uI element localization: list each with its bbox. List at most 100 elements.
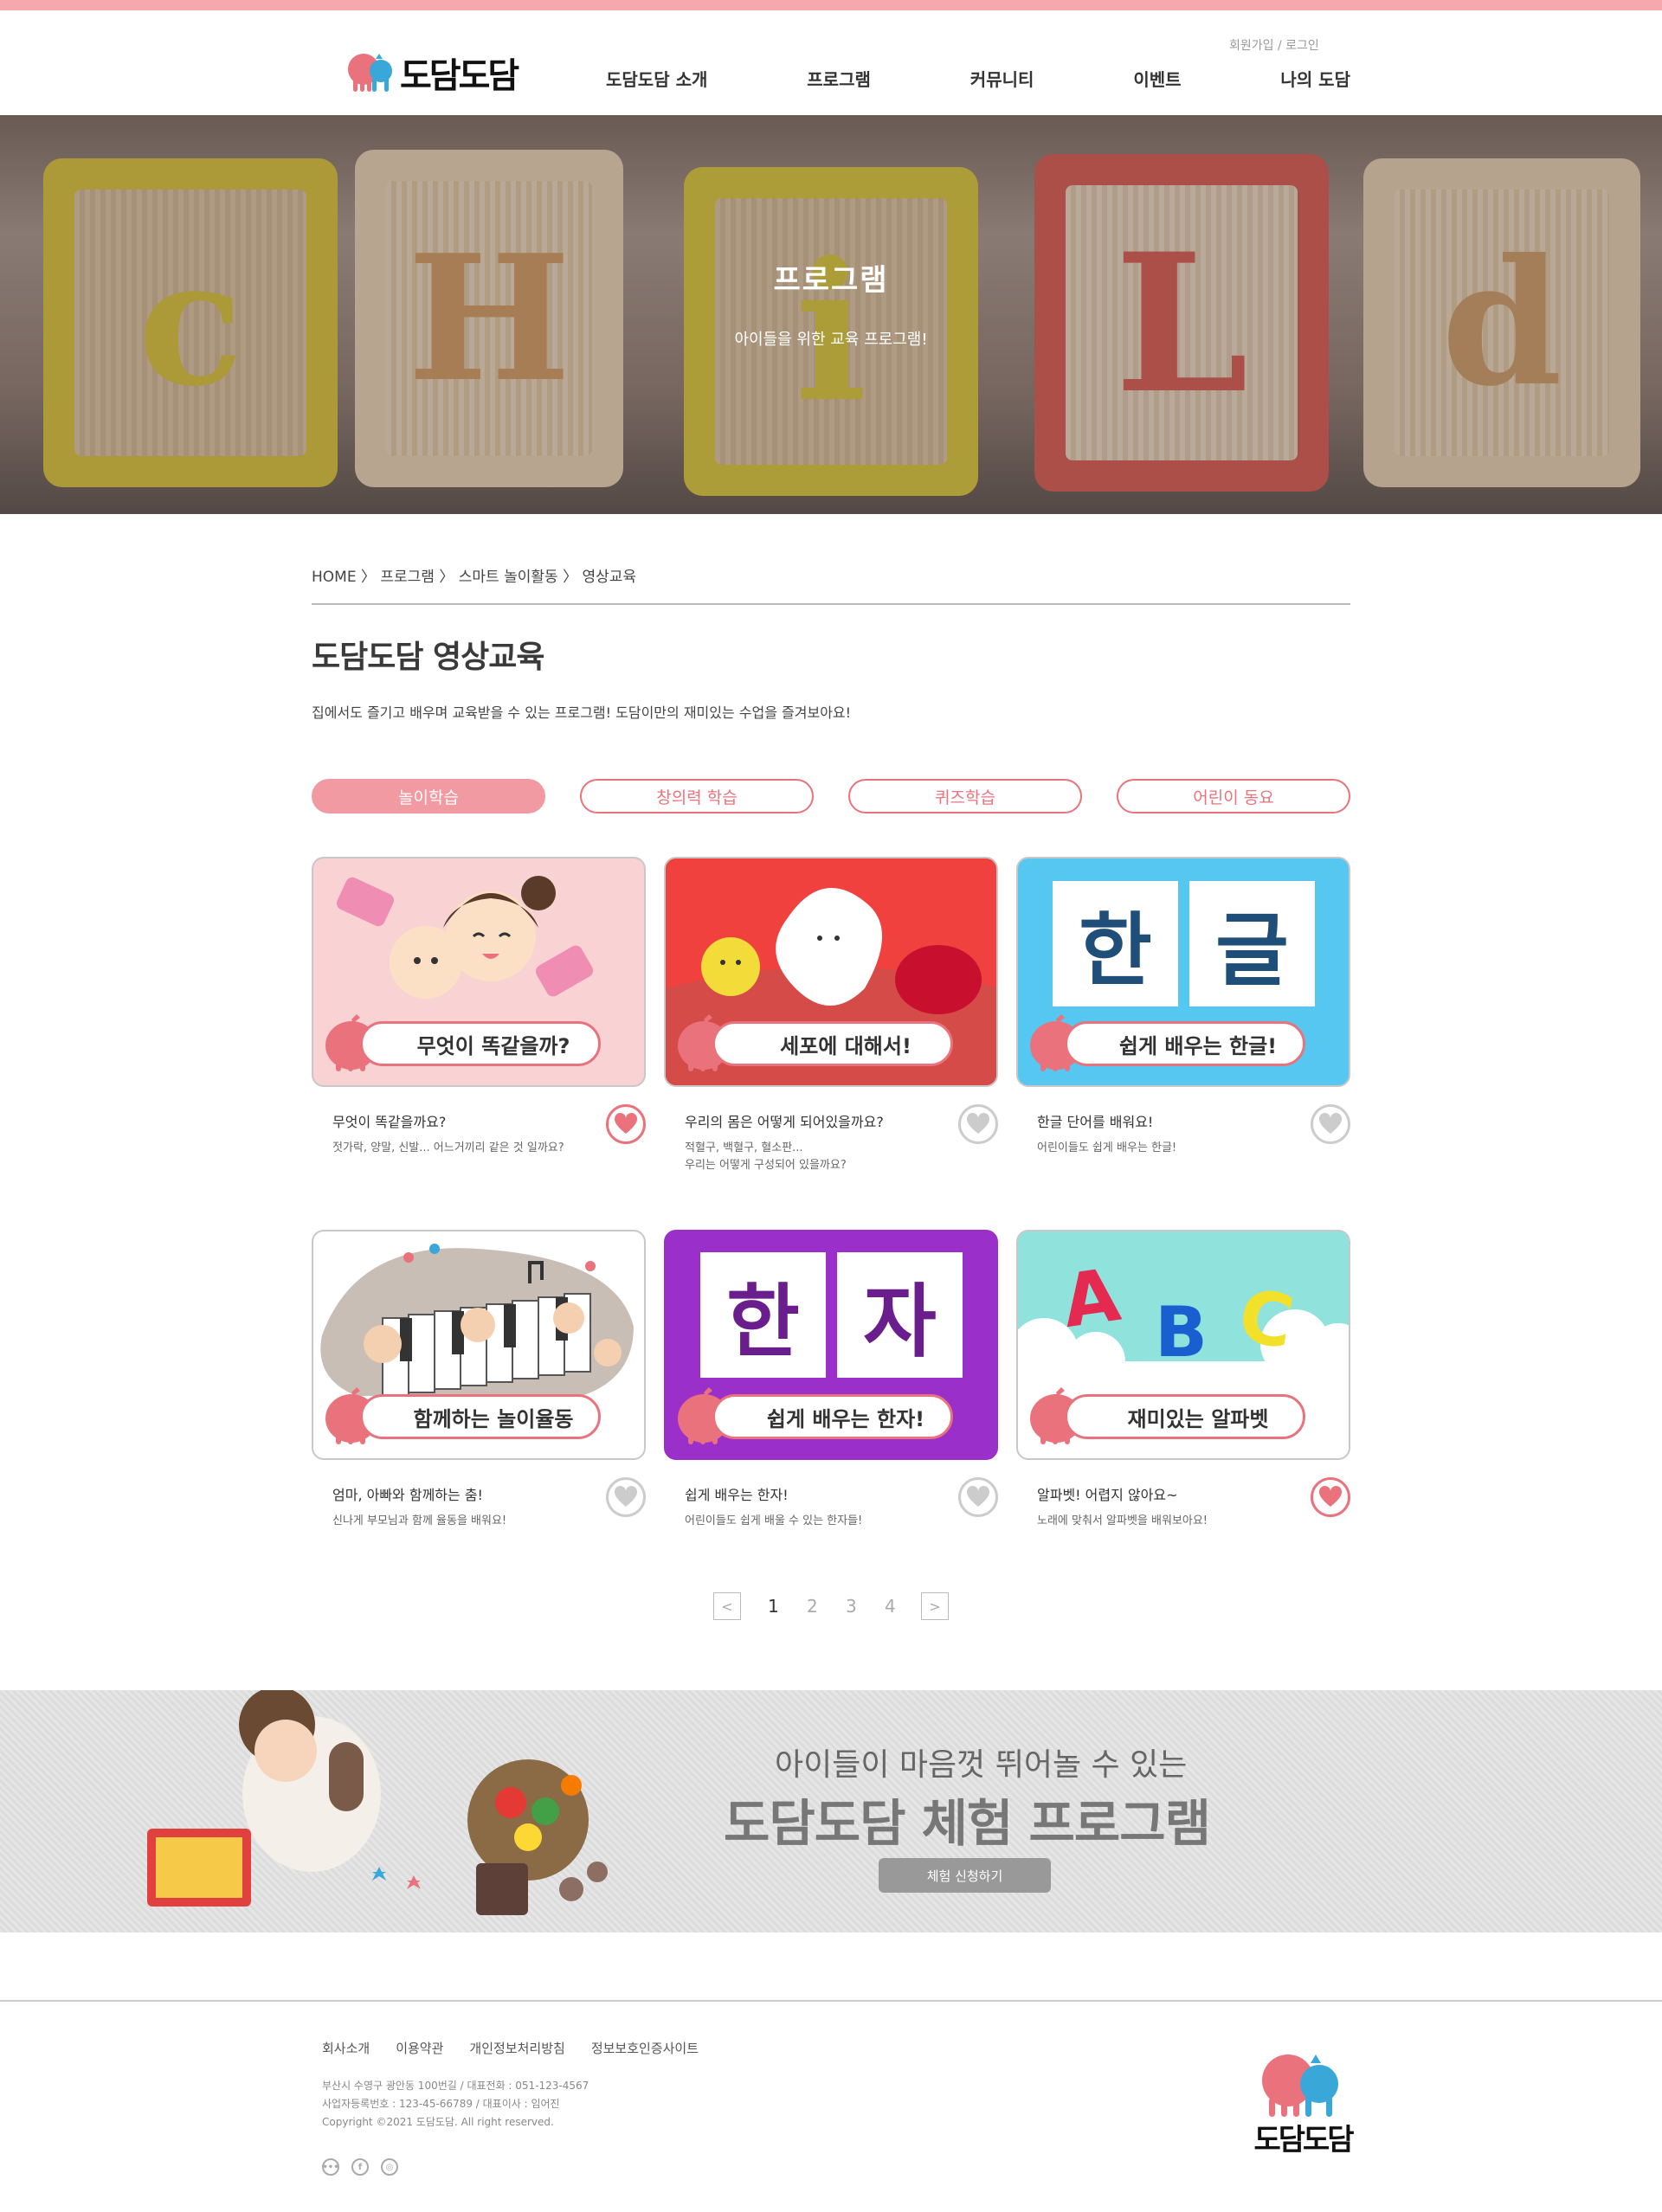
page-number[interactable]: 1 <box>768 1592 779 1620</box>
breadcrumb-separator: 〉 <box>563 569 578 586</box>
breadcrumb: HOME 〉 프로그램 〉 스마트 놀이활동 〉 영상교육 <box>312 564 636 586</box>
alphabet-letter: A <box>1057 1251 1125 1345</box>
nav-item-about[interactable]: 도담도담 소개 <box>606 66 707 91</box>
tab-creativity-learning[interactable]: 창의력 학습 <box>580 779 814 813</box>
banner-title: 도담도담 체험 프로그램 <box>724 1794 1211 1853</box>
program-card[interactable]: 한 글 쉽게 배우는 한글! 한글 단어를 배워요! 어린이들도 쉽게 배우는 … <box>1016 857 1350 1154</box>
card-text: 노래에 맞춰서 알파벳을 배워보아요! <box>1037 1514 1208 1527</box>
like-button[interactable] <box>958 1477 998 1517</box>
card-badge: 재미있는 알파벳 <box>1065 1394 1305 1439</box>
program-card[interactable]: 세포에 대해서! 우리의 몸은 어떻게 되어있을까요? 적혈구, 백혈구, 혈소… <box>664 857 998 1172</box>
footer-business: 사업자등록번호 : 123-45-66789 / 대표이사 : 임어진 <box>322 2098 560 2110</box>
breadcrumb-item-program[interactable]: 프로그램 <box>380 569 435 586</box>
card-thumbnail[interactable]: 함께하는 놀이율동 <box>312 1230 646 1460</box>
like-button[interactable] <box>958 1104 998 1144</box>
hero-overlay <box>0 115 1662 514</box>
top-accent-bar <box>0 0 1662 10</box>
program-card[interactable]: 함께하는 놀이율동 엄마, 아빠와 함께하는 춤! 신나게 부모님과 함께 율동… <box>312 1230 646 1527</box>
card-title[interactable]: 우리의 몸은 어떻게 되어있을까요? <box>685 1110 884 1131</box>
breadcrumb-separator: 〉 <box>439 569 454 586</box>
card-thumbnail[interactable]: 세포에 대해서! <box>664 857 998 1087</box>
card-title[interactable]: 무엇이 똑같을까요? <box>332 1110 446 1131</box>
site-header: 도담도담 회원가입 / 로그인 도담도담 소개 프로그램 커뮤니티 이벤트 나의… <box>0 10 1662 115</box>
card-badge: 쉽게 배우는 한자! <box>712 1394 953 1439</box>
like-button[interactable] <box>1311 1104 1350 1144</box>
signup-link[interactable]: 회원가입 <box>1229 39 1274 53</box>
breadcrumb-divider <box>312 603 1350 605</box>
heart-icon <box>966 1113 990 1134</box>
page-number[interactable]: 2 <box>807 1592 818 1620</box>
breadcrumb-separator: 〉 <box>360 569 376 586</box>
page-number[interactable]: 4 <box>885 1592 896 1620</box>
like-button[interactable] <box>606 1477 646 1517</box>
page-title: 도담도담 영상교육 <box>312 640 544 675</box>
pagination: < 1 2 3 4 > <box>713 1592 949 1620</box>
program-card[interactable]: 무엇이 똑같을까? 무엇이 똑같을까요? 젓가락, 양말, 신발... 어느거끼… <box>312 857 646 1154</box>
breadcrumb-item-video[interactable]: 영상교육 <box>582 569 636 586</box>
tab-kids-songs[interactable]: 어린이 동요 <box>1117 779 1350 813</box>
main-nav: 도담도담 소개 프로그램 커뮤니티 이벤트 나의 도담 <box>606 66 1350 91</box>
card-text: 젓가락, 양말, 신발... 어느거끼리 같은 것 일까요? <box>332 1141 564 1154</box>
instagram-icon[interactable]: ◎ <box>381 2158 398 2176</box>
card-text: 적혈구, 백혈구, 혈소판... 우리는 어떻게 구성되어 있을까요? <box>685 1141 847 1172</box>
card-text: 어린이들도 쉽게 배울 수 있는 한자들! <box>685 1514 863 1527</box>
banner-photo <box>147 1690 608 1915</box>
heart-icon <box>614 1113 638 1134</box>
apply-experience-button[interactable]: 체험 신청하기 <box>879 1858 1051 1893</box>
footer-address: 부산시 수영구 광안동 100번길 / 대표전화 : 051-123-4567 <box>322 2080 589 2092</box>
hero-subtitle: 아이들을 위한 교육 프로그램! <box>734 331 928 349</box>
footer-links: 회사소개 이용약관 개인정보처리방침 정보보호인증사이트 <box>322 2039 699 2057</box>
footer-link-company[interactable]: 회사소개 <box>322 2039 370 2057</box>
heart-icon <box>1318 1486 1343 1507</box>
hangul-tile: 글 <box>1189 881 1315 1006</box>
footer-link-terms[interactable]: 이용약관 <box>396 2039 443 2057</box>
nav-item-mypage[interactable]: 나의 도담 <box>1280 66 1350 91</box>
card-text: 신나게 부모님과 함께 율동을 배워요! <box>332 1514 507 1527</box>
card-title[interactable]: 쉽게 배우는 한자! <box>685 1483 789 1504</box>
card-title[interactable]: 알파벳! 어렵지 않아요~ <box>1037 1483 1177 1504</box>
card-title[interactable]: 한글 단어를 배워요! <box>1037 1110 1153 1131</box>
heart-icon <box>966 1486 990 1507</box>
alphabet-letter: B <box>1155 1292 1208 1373</box>
breadcrumb-home[interactable]: HOME <box>312 569 357 586</box>
like-button[interactable] <box>606 1104 646 1144</box>
nav-item-community[interactable]: 커뮤니티 <box>970 66 1034 91</box>
program-card[interactable]: 한 자 쉽게 배우는 한자! 쉽게 배우는 한자! 어린이들도 쉽게 배울 수 … <box>664 1230 998 1527</box>
program-card[interactable]: A B C 재미있는 알파벳 알파벳! 어렵지 않아요~ 노래에 맞춰서 알파벳… <box>1016 1230 1350 1527</box>
card-thumbnail[interactable]: 한 글 쉽게 배우는 한글! <box>1016 857 1350 1087</box>
footer-link-privacy[interactable]: 개인정보처리방침 <box>469 2039 564 2057</box>
nav-item-event[interactable]: 이벤트 <box>1133 66 1181 91</box>
tab-quiz-learning[interactable]: 퀴즈학습 <box>848 779 1082 813</box>
sns-links: ••• f ◎ <box>322 2158 398 2176</box>
hero-banner: c H i L d 프로그램 아이들을 위한 교육 프로그램! <box>0 115 1662 514</box>
card-badge: 쉽게 배우는 한글! <box>1065 1021 1305 1066</box>
card-thumbnail[interactable]: 한 자 쉽게 배우는 한자! <box>664 1230 998 1460</box>
card-thumbnail[interactable]: A B C 재미있는 알파벳 <box>1016 1230 1350 1460</box>
banner-subtitle: 아이들이 마음껏 뛰어놀 수 있는 <box>775 1747 1188 1783</box>
page-description: 집에서도 즐기고 배우며 교육받을 수 있는 프로그램! 도담이만의 재미있는 … <box>312 704 852 721</box>
hanja-tile: 자 <box>837 1252 963 1378</box>
category-tabs: 놀이학습 창의력 학습 퀴즈학습 어린이 동요 <box>312 779 1350 813</box>
next-page-button[interactable]: > <box>921 1592 949 1620</box>
hanja-tile: 한 <box>700 1252 826 1378</box>
logo[interactable]: 도담도담 <box>346 47 519 99</box>
breadcrumb-item-smart-play[interactable]: 스마트 놀이활동 <box>459 569 558 586</box>
heart-icon <box>1318 1113 1343 1134</box>
nav-item-program[interactable]: 프로그램 <box>807 66 871 91</box>
tab-play-learning[interactable]: 놀이학습 <box>312 779 545 813</box>
util-menu: 회원가입 / 로그인 <box>1229 36 1319 54</box>
card-thumbnail[interactable]: 무엇이 똑같을까? <box>312 857 646 1087</box>
heart-icon <box>614 1486 638 1507</box>
footer-copyright: Copyright ©2021 도담도담. All right reserved… <box>322 2116 554 2128</box>
page-number[interactable]: 3 <box>846 1592 857 1620</box>
prev-page-button[interactable]: < <box>713 1592 741 1620</box>
card-title[interactable]: 엄마, 아빠와 함께하는 춤! <box>332 1483 483 1504</box>
logo-text: 도담도담 <box>400 56 519 96</box>
footer-link-security[interactable]: 정보보호인증사이트 <box>591 2039 699 2057</box>
facebook-icon[interactable]: f <box>351 2158 369 2176</box>
card-badge: 무엇이 똑같을까? <box>360 1021 601 1066</box>
like-button[interactable] <box>1311 1477 1350 1517</box>
kakao-icon[interactable]: ••• <box>322 2158 339 2176</box>
footer-logo-text: 도담도담 <box>1253 2123 1354 2157</box>
login-link[interactable]: 로그인 <box>1285 39 1319 53</box>
